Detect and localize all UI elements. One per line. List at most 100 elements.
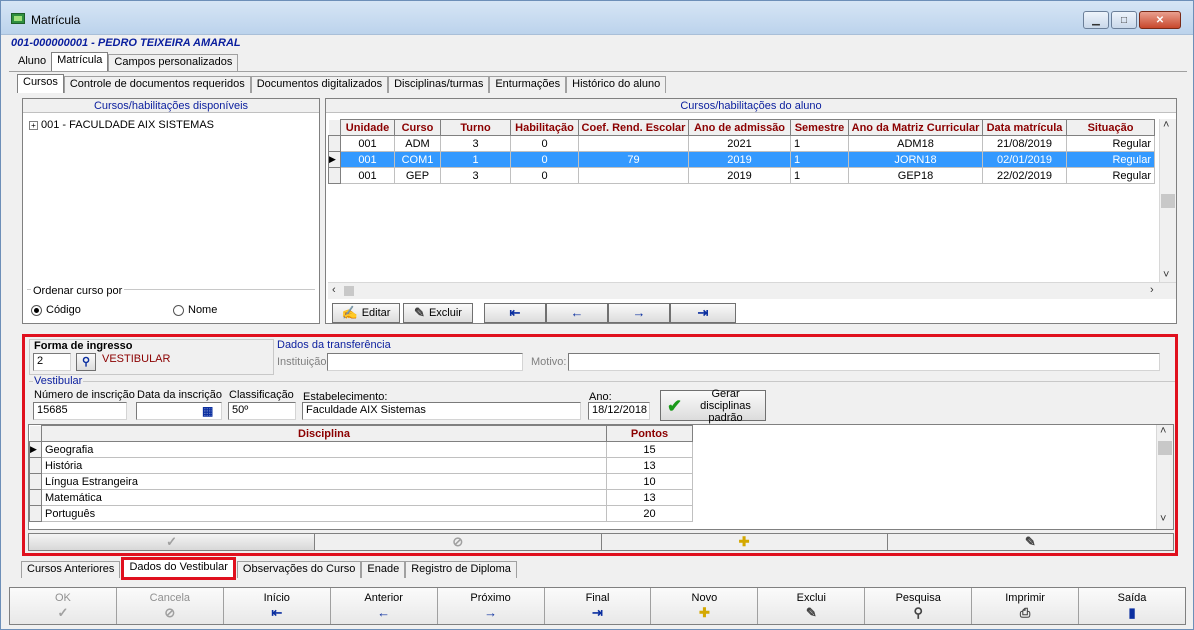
grid-confirm-button[interactable]: ✓ xyxy=(29,534,316,550)
table-row[interactable]: 001 ADM 3 0 2021 1 ADM18 21/08/2019 Regular xyxy=(328,135,1155,152)
table-cell[interactable]: 2019 xyxy=(688,151,791,168)
pontos-cell[interactable]: 20 xyxy=(606,505,693,522)
pontos-cell[interactable]: 13 xyxy=(606,457,693,474)
table-row[interactable]: Língua Estrangeira 10 xyxy=(29,473,693,490)
courses-hscrollbar[interactable]: ‹ › xyxy=(328,282,1176,299)
tab-campos-personalizados[interactable]: Campos personalizados xyxy=(108,54,239,71)
first-button[interactable]: Início ⇤ xyxy=(223,588,331,624)
gerar-disciplinas-button[interactable]: ✔ Gerar disciplinas padrão xyxy=(660,388,766,424)
table-cell[interactable] xyxy=(578,167,689,184)
table-cell[interactable]: 2021 xyxy=(688,135,791,152)
pontos-cell[interactable]: 15 xyxy=(606,441,693,458)
search-button[interactable]: Pesquisa ⚲ xyxy=(865,588,973,624)
scroll-down-icon[interactable]: ˅ xyxy=(1160,513,1166,525)
disciplina-cell[interactable]: Geografia xyxy=(41,441,607,458)
exit-button[interactable]: Saída ▮ xyxy=(1079,588,1185,624)
pontos-cell[interactable]: 10 xyxy=(606,473,693,490)
minimize-button[interactable]: ▁ xyxy=(1083,11,1109,29)
col-curso[interactable]: Curso xyxy=(394,119,441,136)
ingresso-search-button[interactable]: ⚲ xyxy=(76,353,96,371)
tab-matricula[interactable]: Matrícula xyxy=(51,52,109,71)
tab-dados-vestibular[interactable]: Dados do Vestibular xyxy=(121,557,236,580)
col-ano-matriz[interactable]: Ano da Matriz Curricular xyxy=(848,119,983,136)
disciplina-cell[interactable]: História xyxy=(41,457,607,474)
table-cell[interactable]: Regular xyxy=(1066,151,1155,168)
institution-input[interactable] xyxy=(327,353,523,371)
tab-cursos-anteriores[interactable]: Cursos Anteriores xyxy=(21,561,121,578)
previous-record-button[interactable]: ← xyxy=(546,303,608,323)
table-cell[interactable]: 1 xyxy=(790,151,849,168)
row-indicator[interactable] xyxy=(29,489,42,506)
table-cell[interactable]: 2019 xyxy=(688,167,791,184)
table-cell[interactable]: 79 xyxy=(578,151,689,168)
table-cell[interactable]: 3 xyxy=(440,167,511,184)
table-row[interactable]: 001 GEP 3 0 2019 1 GEP18 22/02/2019 Regular xyxy=(328,167,1155,184)
disciplinas-vscrollbar[interactable]: ˄ ˅ xyxy=(1156,425,1173,529)
col-data-matricula[interactable]: Data matrícula xyxy=(982,119,1067,136)
table-cell[interactable]: Regular xyxy=(1066,135,1155,152)
last-record-button[interactable]: ⇥ xyxy=(670,303,736,323)
tab-documentos-digitalizados[interactable]: Documentos digitalizados xyxy=(250,76,389,93)
ingresso-code-input[interactable]: 2 xyxy=(33,353,71,371)
table-cell[interactable]: 1 xyxy=(440,151,511,168)
previous-button[interactable]: Anterior ← xyxy=(330,588,438,624)
col-pontos[interactable]: Pontos xyxy=(606,425,693,442)
disciplina-cell[interactable]: Matemática xyxy=(41,489,607,506)
first-record-button[interactable]: ⇤ xyxy=(484,303,546,323)
pontos-cell[interactable]: 13 xyxy=(606,489,693,506)
tree-item-faculdade[interactable]: + 001 - FACULDADE AIX SISTEMAS xyxy=(29,119,214,131)
edit-button[interactable]: ✍ Editar xyxy=(332,303,400,323)
scroll-down-icon[interactable]: ˅ xyxy=(1163,269,1169,281)
tab-aluno[interactable]: Aluno xyxy=(13,54,52,71)
table-cell[interactable]: GEP18 xyxy=(848,167,983,184)
tab-enturmacoes[interactable]: Enturmações xyxy=(489,76,567,93)
table-cell[interactable]: JORN18 xyxy=(848,151,983,168)
table-cell[interactable]: ADM18 xyxy=(848,135,983,152)
table-cell[interactable]: 001 xyxy=(340,151,395,168)
table-row[interactable]: Matemática 13 xyxy=(29,489,693,506)
expand-icon[interactable]: + xyxy=(29,120,38,130)
grid-add-button[interactable]: ✚ xyxy=(602,534,888,550)
col-coef-rend[interactable]: Coef. Rend. Escolar xyxy=(578,119,689,136)
table-cell[interactable]: GEP xyxy=(394,167,441,184)
scroll-left-icon[interactable]: ‹ xyxy=(332,284,336,296)
table-cell[interactable]: 1 xyxy=(790,167,849,184)
table-row[interactable]: ▶ 001 COM1 1 0 79 2019 1 JORN18 02/01/2019 Regular xyxy=(328,151,1155,168)
classificacao-input[interactable]: 50º xyxy=(228,402,296,420)
grid-cancel-button[interactable]: ⊘ xyxy=(315,534,602,550)
col-ano-admissao[interactable]: Ano de admissão xyxy=(688,119,791,136)
reason-input[interactable] xyxy=(568,353,1160,371)
table-cell[interactable]: 22/02/2019 xyxy=(982,167,1067,184)
table-cell[interactable]: 0 xyxy=(510,167,579,184)
tab-enade[interactable]: Enade xyxy=(361,561,406,578)
table-cell[interactable]: 21/08/2019 xyxy=(982,135,1067,152)
order-nome-radio[interactable]: Nome xyxy=(173,304,217,316)
table-row[interactable]: História 13 xyxy=(29,457,693,474)
tab-disciplinas-turmas[interactable]: Disciplinas/turmas xyxy=(388,76,490,93)
order-codigo-radio[interactable]: Código xyxy=(31,304,81,316)
table-cell[interactable]: Regular xyxy=(1066,167,1155,184)
table-cell[interactable]: COM1 xyxy=(394,151,441,168)
table-cell[interactable]: 0 xyxy=(510,135,579,152)
col-turno[interactable]: Turno xyxy=(440,119,511,136)
table-cell[interactable]: 0 xyxy=(510,151,579,168)
ok-button[interactable]: OK ✓ xyxy=(10,588,117,624)
table-cell[interactable]: 02/01/2019 xyxy=(982,151,1067,168)
table-cell[interactable]: 1 xyxy=(790,135,849,152)
next-button[interactable]: Próximo → xyxy=(437,588,545,624)
courses-vscrollbar[interactable]: ˄ ˅ xyxy=(1159,119,1176,286)
tab-cursos[interactable]: Cursos xyxy=(17,74,64,93)
row-indicator[interactable] xyxy=(29,505,42,522)
row-indicator[interactable] xyxy=(29,473,42,490)
scroll-thumb[interactable] xyxy=(1158,441,1172,455)
scroll-up-icon[interactable]: ˄ xyxy=(1160,425,1166,437)
disciplina-cell[interactable]: Português xyxy=(41,505,607,522)
numero-inscricao-input[interactable]: 15685 xyxy=(33,402,127,420)
close-button[interactable]: ✕ xyxy=(1139,11,1181,29)
hscroll-thumb[interactable] xyxy=(344,286,354,296)
col-habilitacao[interactable]: Habilitação xyxy=(510,119,579,136)
ano-input[interactable]: 18/12/2018 xyxy=(588,402,650,420)
tab-observacoes-curso[interactable]: Observações do Curso xyxy=(236,561,362,578)
scroll-up-icon[interactable]: ˄ xyxy=(1163,119,1169,131)
row-indicator[interactable] xyxy=(328,167,341,184)
